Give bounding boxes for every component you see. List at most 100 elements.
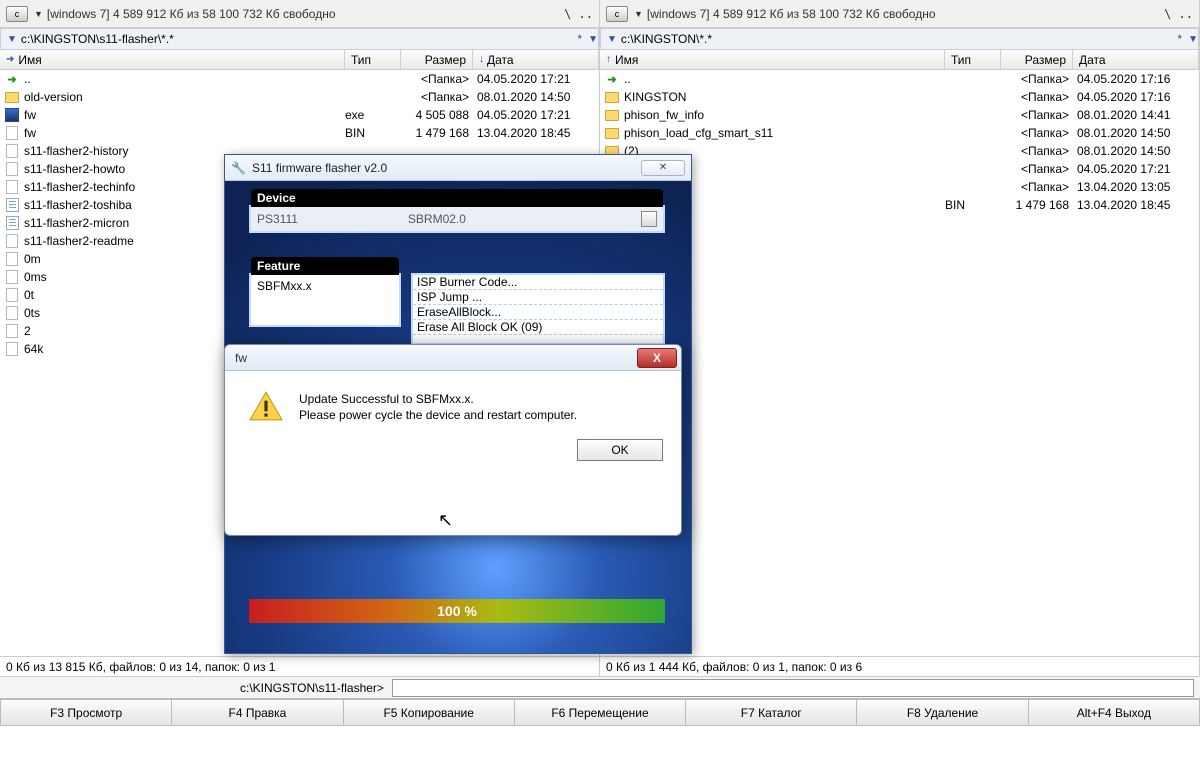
dialog-titlebar[interactable]: fw X <box>225 345 681 371</box>
file-icon <box>4 306 20 320</box>
flasher-titlebar[interactable]: 🔧 S11 firmware flasher v2.0 ✕ <box>225 155 691 181</box>
col-date[interactable]: Дата <box>1073 50 1199 69</box>
list-item[interactable]: fwexe4 505 08804.05.2020 17:21 <box>0 106 599 124</box>
file-size: <Папка> <box>401 72 473 86</box>
chevron-down-icon[interactable]: ▼ <box>34 9 43 19</box>
file-size: <Папка> <box>1001 180 1073 194</box>
fkey-button[interactable]: F5 Копирование <box>344 699 515 726</box>
file-name: phison_load_cfg_smart_s11 <box>624 126 945 140</box>
window-title: S11 firmware flasher v2.0 <box>252 161 387 175</box>
message-label: Message <box>413 273 663 275</box>
file-name: fw <box>24 108 345 122</box>
file-size: 4 505 088 <box>401 108 473 122</box>
file-name: fw <box>24 126 345 140</box>
list-item[interactable]: ➜..<Папка>04.05.2020 17:16 <box>600 70 1199 88</box>
col-name[interactable]: ➜Имя <box>0 50 345 69</box>
folder-icon <box>604 108 620 122</box>
device-dropdown-button[interactable] <box>641 211 657 227</box>
right-path-bar[interactable]: ▼ c:\KINGSTON\*.* * ▼ <box>600 28 1199 50</box>
col-type[interactable]: Тип <box>345 50 401 69</box>
path-text: c:\KINGSTON\*.* <box>621 32 712 46</box>
fkey-button[interactable]: Alt+F4 Выход <box>1029 699 1200 726</box>
favorites-icon[interactable]: * <box>1171 32 1188 46</box>
fkey-button[interactable]: F7 Каталог <box>686 699 857 726</box>
ok-button[interactable]: OK <box>577 439 663 461</box>
feature-label: Feature <box>251 257 399 275</box>
col-size[interactable]: Размер <box>401 50 473 69</box>
list-item[interactable]: phison_load_cfg_smart_s11 <Папка>08.01.20… <box>600 124 1199 142</box>
feature-value: SBFMxx.x <box>251 275 399 297</box>
list-file-icon <box>4 216 20 230</box>
back-root-buttons[interactable]: \ .. <box>1164 7 1193 21</box>
list-item[interactable]: ➜..<Папка>04.05.2020 17:21 <box>0 70 599 88</box>
sort-up-icon: ↑ <box>606 54 611 65</box>
drive-icon[interactable]: c <box>6 6 28 22</box>
fkey-button[interactable]: F8 Удаление <box>857 699 1028 726</box>
file-icon <box>4 162 20 176</box>
file-type: exe <box>345 108 401 122</box>
fkey-button[interactable]: F3 Просмотр <box>0 699 172 726</box>
file-date: 08.01.2020 14:50 <box>473 90 599 104</box>
drive-icon[interactable]: c <box>606 6 628 22</box>
file-icon <box>4 180 20 194</box>
list-item[interactable]: KINGSTON<Папка>04.05.2020 17:16 <box>600 88 1199 106</box>
file-date: 04.05.2020 17:21 <box>473 72 599 86</box>
file-name: KINGSTON <box>624 90 945 104</box>
command-input[interactable] <box>392 679 1194 697</box>
command-line: c:\KINGSTON\s11-flasher> <box>0 676 1200 698</box>
chevron-down-icon[interactable]: ▼ <box>634 9 643 19</box>
path-text: c:\KINGSTON\s11-flasher\*.* <box>21 32 174 46</box>
list-item[interactable]: fwBIN1 479 16813.04.2020 18:45 <box>0 124 599 142</box>
right-column-headers: ↑Имя Тип Размер Дата <box>600 50 1199 70</box>
file-name: .. <box>624 72 945 86</box>
file-date: 04.05.2020 17:21 <box>473 108 599 122</box>
file-date: 08.01.2020 14:41 <box>1073 108 1199 122</box>
left-path-bar[interactable]: ▼ c:\KINGSTON\s11-flasher\*.* * ▼ <box>0 28 599 50</box>
col-date[interactable]: ↓Дата <box>473 50 599 69</box>
dialog-text: Update Successful to SBFMxx.x. Please po… <box>299 391 577 423</box>
chevron-down-icon[interactable]: ▼ <box>588 34 598 45</box>
command-prompt: c:\KINGSTON\s11-flasher> <box>0 681 392 695</box>
col-size[interactable]: Размер <box>1001 50 1073 69</box>
file-date: 08.01.2020 14:50 <box>1073 126 1199 140</box>
fkey-button[interactable]: F6 Перемещение <box>515 699 686 726</box>
left-drive-bar: c ▼ [windows 7] 4 589 912 Кб из 58 100 7… <box>0 0 599 28</box>
chevron-down-icon[interactable]: ▼ <box>607 34 617 45</box>
list-item[interactable]: phison_fw_info<Папка>08.01.2020 14:41 <box>600 106 1199 124</box>
device-firmware: SBRM02.0 <box>408 212 466 226</box>
fkey-button[interactable]: F4 Правка <box>172 699 343 726</box>
col-name[interactable]: ↑Имя <box>600 50 945 69</box>
function-key-bar: F3 ПросмотрF4 ПравкаF5 КопированиеF6 Пер… <box>0 698 1200 726</box>
file-size: <Папка> <box>1001 126 1073 140</box>
file-date: 04.05.2020 17:16 <box>1073 90 1199 104</box>
col-type[interactable]: Тип <box>945 50 1001 69</box>
left-status-bar: 0 Кб из 13 815 Кб, файлов: 0 из 14, папо… <box>0 656 599 676</box>
close-icon[interactable]: X <box>637 348 677 368</box>
file-icon <box>4 342 20 356</box>
file-name: .. <box>24 72 345 86</box>
file-date: 08.01.2020 14:50 <box>1073 144 1199 158</box>
device-model: PS3111 <box>257 212 298 226</box>
file-icon <box>4 324 20 338</box>
device-label: Device <box>251 189 663 207</box>
file-name: phison_fw_info <box>624 108 945 122</box>
message-row: Erase All Block OK (09) <box>413 320 663 335</box>
folder-icon <box>604 90 620 104</box>
file-size: <Папка> <box>1001 144 1073 158</box>
file-icon <box>4 234 20 248</box>
chevron-down-icon[interactable]: ▼ <box>1188 34 1198 45</box>
file-date: 13.04.2020 18:45 <box>1073 198 1199 212</box>
chevron-down-icon[interactable]: ▼ <box>7 34 17 45</box>
file-name: old-version <box>24 90 345 104</box>
file-date: 13.04.2020 18:45 <box>473 126 599 140</box>
list-item[interactable]: old-version<Папка>08.01.2020 14:50 <box>0 88 599 106</box>
right-status-bar: 0 Кб из 1 444 Кб, файлов: 0 из 1, папок:… <box>600 656 1199 676</box>
app-icon: 🔧 <box>231 161 246 175</box>
arrow-right-icon: ➜ <box>6 54 14 65</box>
close-icon[interactable]: ✕ <box>641 160 685 176</box>
progress-bar: 100 % <box>249 599 665 623</box>
favorites-icon[interactable]: * <box>571 32 588 46</box>
back-root-buttons[interactable]: \ .. <box>564 7 593 21</box>
device-box: Device PS3111 SBRM02.0 <box>249 205 665 233</box>
drive-free-label: [windows 7] 4 589 912 Кб из 58 100 732 К… <box>647 7 936 21</box>
